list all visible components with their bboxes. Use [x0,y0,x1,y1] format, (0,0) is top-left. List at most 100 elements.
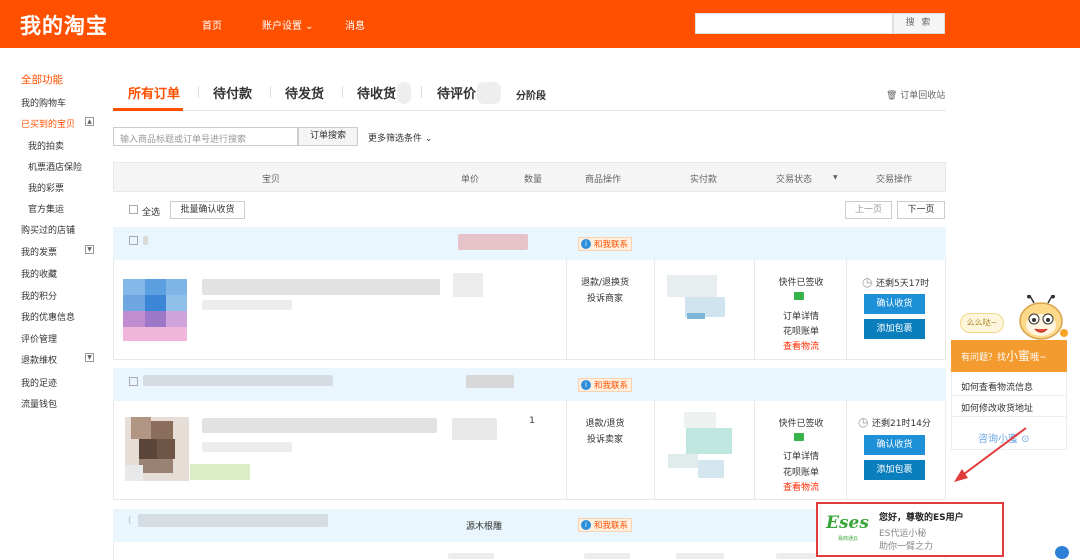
countdown-text: 还剩5天17时 [876,279,930,289]
order-checkbox[interactable]: ( [128,516,132,526]
blurred-product-sku [202,300,292,310]
confirm-receipt-button[interactable]: 确认收货 [864,294,925,314]
add-parcel-button[interactable]: 添加包裹 [864,460,925,480]
chat-icon[interactable] [794,433,804,441]
tab-divider [198,86,199,98]
nav-home[interactable]: 首页 [202,17,222,32]
column-header-item: 宝贝 [262,175,281,185]
view-logistics-link[interactable]: 查看物流 [772,480,830,493]
sidebar-item-stores[interactable]: 购买过的店铺 [21,223,75,236]
sidebar-item-consolidation[interactable]: 官方集运 [28,202,64,215]
blurred-order-info [138,514,328,527]
blurred-product-title[interactable] [202,279,440,295]
logo[interactable]: 我的淘宝 [20,10,108,40]
blurred-unit-price [453,273,483,297]
confirm-receipt-button[interactable]: 确认收货 [864,435,925,455]
batch-confirm-button[interactable]: 批量确认收货 [170,201,245,219]
sidebar-item-cart[interactable]: 我的购物车 [21,96,66,109]
help-widget-header[interactable]: 有问题？找小蜜哦~ [951,340,1067,372]
shop-name[interactable]: 源木根雕 [466,519,502,532]
sidebar-item-coupons[interactable]: 我的优惠信息 [21,310,75,323]
sidebar-item-auction[interactable]: 我的拍卖 [28,139,64,152]
nav-messages[interactable]: 消息 [345,17,365,32]
collapse-icon[interactable]: ▲ [85,117,94,126]
recycle-bin-link[interactable]: 🗑 订单回收站 [886,88,945,101]
bee-mascot-icon[interactable] [1014,295,1068,343]
es-logo-subtitle: 易商通云 [838,536,859,542]
sidebar-item-purchased[interactable]: 已买到的宝贝 [21,117,75,130]
column-header-quantity: 数量 [524,175,543,185]
sidebar-item-points[interactable]: 我的积分 [21,289,57,302]
search-input[interactable] [695,13,893,34]
contact-me-button[interactable]: 和我联系 [578,518,633,532]
select-all-checkbox[interactable] [129,205,138,214]
sidebar-item-lottery[interactable]: 我的彩票 [28,181,64,194]
search-button[interactable]: 搜 索 [893,13,945,34]
active-tab-indicator [113,108,183,111]
contact-me-button[interactable]: 和我联系 [578,378,633,392]
order-checkbox[interactable] [129,377,138,386]
add-parcel-button[interactable]: 添加包裹 [864,319,925,339]
column-divider [846,401,847,500]
column-header-status[interactable]: 交易状态 [776,172,812,185]
sidebar-item-favorites[interactable]: 我的收藏 [21,267,57,280]
next-page-button[interactable]: 下一页 [897,201,945,219]
tab-pending-payment[interactable]: 待付款 [213,83,252,102]
es-card-title: 您好，尊敬的ES用户 [879,513,964,523]
order-search-button[interactable]: 订单搜索 [298,127,358,146]
countdown-text: 还剩21时14分 [872,419,931,429]
blurred-badge [397,82,411,104]
quantity-value: 1 [529,416,535,426]
blurred-unit-price [452,418,497,440]
product-thumbnail[interactable] [123,279,187,341]
huabei-bill-link[interactable]: 花呗账单 [772,324,830,337]
help-link-address[interactable]: 如何修改收货地址 [961,401,1033,414]
more-filters-link[interactable]: 更多筛选条件 ⌄ [368,131,432,144]
column-divider [846,260,847,360]
column-header-item-actions: 商品操作 [585,175,622,185]
refund-link[interactable]: 退款/退换货 [580,275,630,288]
sidebar-item-all-functions[interactable]: 全部功能 [21,72,63,87]
column-divider [754,401,755,500]
sidebar-item-reviews[interactable]: 评价管理 [21,332,57,345]
sidebar-item-invoice[interactable]: 我的发票 [21,245,57,258]
help-link-logistics[interactable]: 如何查看物流信息 [961,380,1033,393]
expand-icon[interactable]: ▼ [85,353,94,362]
expand-icon[interactable]: ▼ [85,245,94,254]
es-card-line: 助你一臂之力 [879,542,934,552]
select-all-label[interactable]: 全选 [142,205,160,218]
huabei-bill-link[interactable]: 花呗账单 [772,465,830,478]
sidebar-item-travel[interactable]: 机票酒店保险 [28,160,82,173]
chat-icon[interactable] [794,292,804,300]
sidebar-item-footprints[interactable]: 我的足迹 [21,376,57,389]
column-divider [654,260,655,360]
blurred-product-sku [202,442,292,452]
tab-pending-review[interactable]: 待评价 [437,83,476,102]
prev-page-button[interactable]: 上一页 [845,201,892,219]
contact-me-button[interactable]: 和我联系 [578,237,633,251]
blurred-product-title[interactable] [202,418,437,433]
blurred-status [776,553,816,559]
annotation-arrow-icon [954,427,1027,482]
tab-pending-shipment[interactable]: 待发货 [285,83,324,102]
chevron-down-icon[interactable]: ▼ [833,174,838,181]
complain-link[interactable]: 投诉卖家 [580,432,630,445]
order-search-input[interactable]: 输入商品标题或订单号进行搜索 [113,127,298,146]
product-thumbnail[interactable] [125,417,189,481]
help-title-prefix: 有问题？找 [961,353,1007,363]
refund-link[interactable]: 退款/退货 [580,416,630,429]
order-checkbox[interactable] [129,236,138,245]
complain-link[interactable]: 投诉商家 [580,291,630,304]
tab-installments[interactable]: 分阶段 [516,87,546,102]
sidebar-item-refunds[interactable]: 退款维权 [21,353,57,366]
tab-pending-receipt[interactable]: 待收货 [357,83,396,102]
sidebar-item-data-wallet[interactable]: 流量钱包 [21,397,57,410]
tab-all-orders[interactable]: 所有订单 [128,83,180,102]
order-details-link[interactable]: 订单详情 [772,449,830,462]
nav-account-settings[interactable]: 账户设置 ⌄ [262,17,314,32]
order-details-link[interactable]: 订单详情 [772,309,830,322]
chat-bot-icon[interactable] [1055,546,1069,559]
clock-icon: ◷ [858,415,869,429]
view-logistics-link[interactable]: 查看物流 [772,339,830,352]
blurred-shop-name [458,234,528,250]
